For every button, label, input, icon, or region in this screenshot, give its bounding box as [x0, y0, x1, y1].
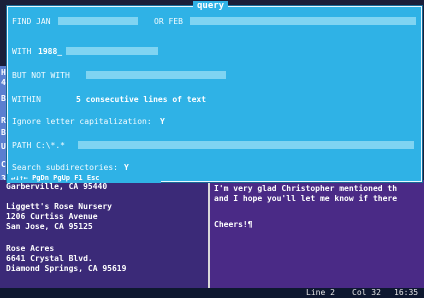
edge-letter[interactable]: 4 — [1, 78, 6, 87]
menu-edge-strip: H 4 B R B U C 3 — [0, 66, 7, 186]
but-not-label: BUT NOT WITH — [12, 71, 70, 80]
dialog-title: query — [193, 1, 229, 12]
within-input[interactable]: 5 consecutive lines of text — [76, 95, 206, 105]
find-or-label: OR FEB — [154, 17, 183, 26]
edge-letter[interactable]: H — [1, 68, 6, 77]
message-line: and I hope you'll let me know if there — [214, 194, 398, 203]
path-label: PATH C:\*.* — [12, 141, 65, 150]
find-or-field[interactable] — [190, 17, 416, 25]
within-label: WITHIN — [12, 95, 41, 104]
find-label: FIND JAN — [12, 17, 51, 26]
with-label: WITH — [12, 47, 32, 56]
status-bar: Line 2 Col 32 16:35 — [0, 288, 424, 298]
status-line: Line 2 — [306, 288, 335, 297]
message-pane[interactable]: I'm very glad Christopher mentioned th a… — [210, 180, 424, 288]
query-dialog: query FIND JAN OR FEB WITH 1988_ BUT NOT… — [7, 1, 422, 182]
status-time: 16:35 — [394, 288, 419, 297]
screen: H 4 B R B U C 3 Garberville, CA 95440 Li… — [0, 0, 424, 298]
status-col: Col 32 — [352, 288, 381, 297]
subdir-label: Search subdirectories: — [12, 163, 118, 172]
message-line: I'm very glad Christopher mentioned th — [214, 184, 398, 193]
edge-letter[interactable]: U — [1, 142, 6, 151]
find-field[interactable] — [58, 17, 138, 25]
ignore-case-label: Ignore letter capitalization: — [12, 117, 152, 126]
subdir-input[interactable]: Y — [124, 163, 129, 173]
key-hints: ↵↓↑← PgDn PgUp F1 Esc — [7, 174, 161, 183]
edge-letter[interactable]: B — [1, 94, 6, 103]
edge-letter[interactable]: R — [1, 116, 6, 125]
path-field[interactable] — [78, 141, 414, 149]
ignore-case-input[interactable]: Y — [160, 117, 165, 127]
edge-letter[interactable]: B — [1, 128, 6, 137]
with-input[interactable]: 1988_ — [38, 47, 62, 57]
but-not-field[interactable] — [86, 71, 226, 79]
message-line: Cheers!¶ — [214, 220, 253, 229]
with-field[interactable] — [66, 47, 158, 55]
edge-letter[interactable]: C — [1, 160, 6, 169]
address-pane[interactable]: Garberville, CA 95440 Liggett's Rose Nur… — [0, 180, 208, 288]
